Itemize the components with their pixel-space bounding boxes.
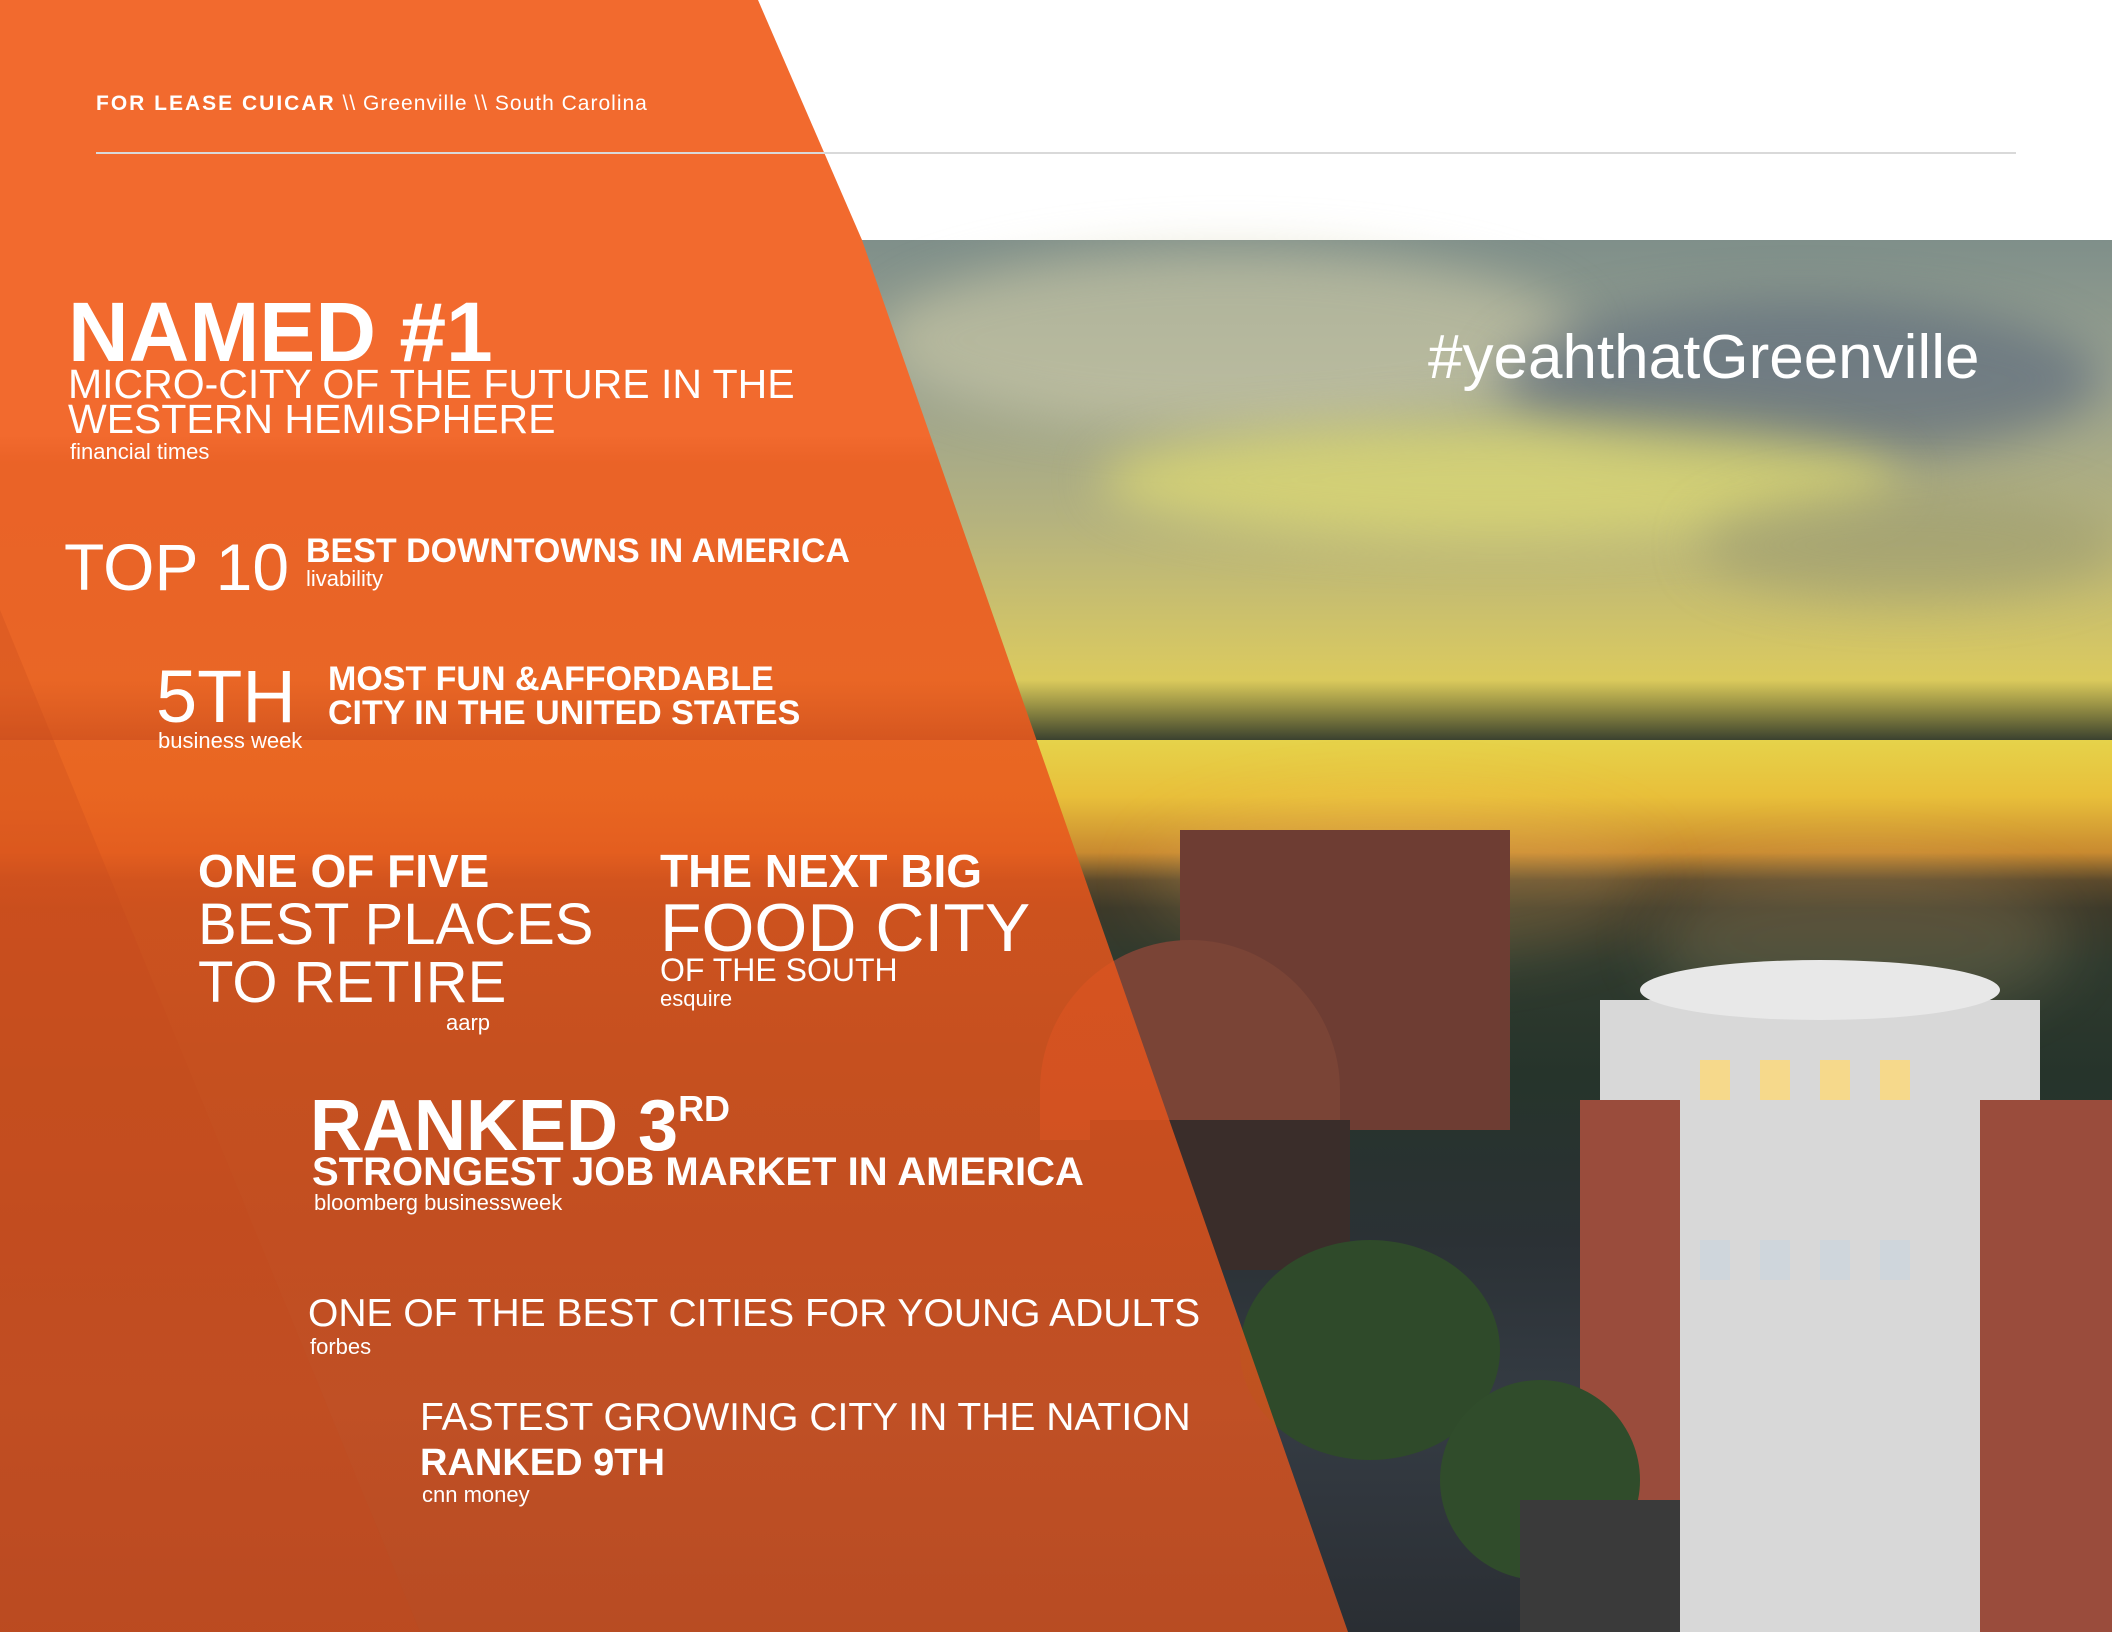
retire-line2: BEST PLACES <box>198 892 594 957</box>
fifth-source: business week <box>158 728 303 753</box>
fastest-rank: RANKED 9TH <box>420 1442 665 1484</box>
food-line3: OF THE SOUTH <box>660 952 898 988</box>
header-divider <box>96 152 2016 154</box>
header-state: South Carolina <box>494 92 648 115</box>
fastest-title: FASTEST GROWING CITY IN THE NATION <box>420 1396 1191 1439</box>
retire-source: aarp <box>446 1010 491 1035</box>
hashtag: #yeahthatGreenville <box>1428 323 1980 392</box>
young-source: forbes <box>310 1334 372 1359</box>
header-city: Greenville <box>363 92 468 115</box>
ranked3-title: STRONGEST JOB MARKET IN AMERICA <box>312 1150 1084 1194</box>
ranked3-source: bloomberg businessweek <box>314 1190 563 1215</box>
header-title: FOR LEASE CUICAR \\ Greenville \\ South … <box>96 92 648 115</box>
food-source: esquire <box>660 986 733 1011</box>
named-line2: WESTERN HEMISPHERE <box>68 396 556 442</box>
retire-line1: ONE OF FIVE <box>198 845 490 897</box>
top10-rank: TOP 10 <box>64 530 290 604</box>
food-line1: THE NEXT BIG <box>660 845 983 897</box>
top10-title: BEST DOWNTOWNS IN AMERICA <box>306 532 850 570</box>
fifth-rank: 5TH <box>156 655 296 738</box>
fastest-source: cnn money <box>422 1482 530 1507</box>
header-lead: FOR LEASE CUICAR <box>96 92 336 115</box>
fifth-line1: MOST FUN &AFFORDABLE <box>328 660 774 698</box>
retire-line3: TO RETIRE <box>198 950 507 1015</box>
top10-source: livability <box>306 566 384 591</box>
young-title: ONE OF THE BEST CITIES FOR YOUNG ADULTS <box>308 1292 1201 1335</box>
page: FOR LEASE CUICAR \\ Greenville \\ South … <box>0 0 2112 1632</box>
named-source: financial times <box>70 439 210 464</box>
fifth-line2: CITY IN THE UNITED STATES <box>328 694 801 732</box>
